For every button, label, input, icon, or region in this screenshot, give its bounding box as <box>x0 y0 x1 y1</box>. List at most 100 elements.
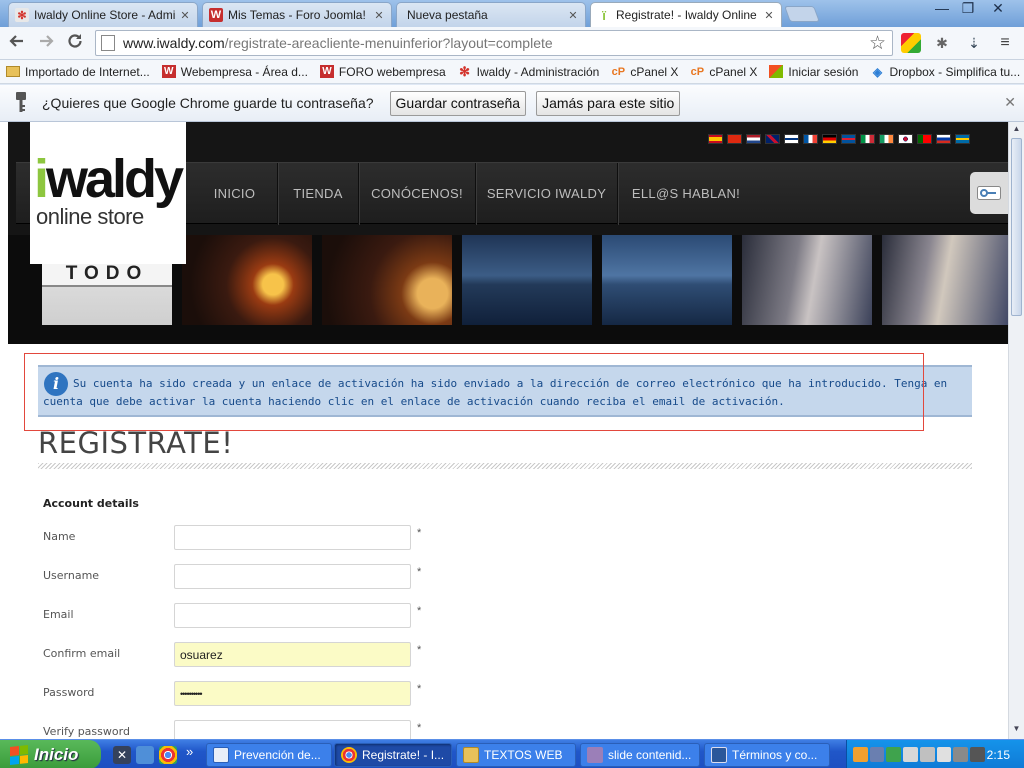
tray-app-icon[interactable] <box>969 747 985 762</box>
flag-it-icon[interactable] <box>860 134 875 144</box>
flag-se-icon[interactable] <box>955 134 970 144</box>
bookmark-item[interactable]: Iniciar sesión <box>769 65 858 79</box>
tray-app-icon[interactable] <box>936 747 952 762</box>
new-tab-button[interactable] <box>784 6 820 22</box>
start-button[interactable]: Inicio <box>0 740 101 768</box>
page-scrollbar[interactable]: ▲ ▼ <box>1008 122 1024 739</box>
key-icon <box>977 186 1001 200</box>
flag-is-icon[interactable] <box>841 134 856 144</box>
menu-icon[interactable]: ≡ <box>995 33 1015 53</box>
reload-button[interactable] <box>64 32 86 54</box>
quicklaunch-app-icon[interactable]: ✕ <box>113 746 131 764</box>
logo-wordmark: iwaldy <box>34 149 184 209</box>
name-field[interactable] <box>174 525 411 550</box>
close-icon[interactable]: ✕ <box>763 9 775 22</box>
slide-image-beach[interactable] <box>462 235 592 325</box>
bookmark-item[interactable]: W Webempresa - Área d... <box>161 65 308 79</box>
browser-tab-iwaldy-admin[interactable]: ✻ Iwaldy Online Store - Admini ✕ <box>8 2 198 27</box>
address-bar[interactable]: www.iwaldy.com/registrate-areacliente-me… <box>95 30 893 56</box>
password-field[interactable] <box>174 681 411 706</box>
tray-security-icon[interactable] <box>886 747 902 762</box>
email-field[interactable] <box>174 603 411 628</box>
browser-tab-nueva-pestana[interactable]: Nueva pestaña ✕ <box>396 2 586 27</box>
scroll-down-arrow[interactable]: ▼ <box>1011 724 1022 737</box>
taskbar-button[interactable]: Registrate! - I... <box>334 743 452 767</box>
close-icon[interactable]: ✕ <box>567 9 579 22</box>
flag-es-icon[interactable] <box>708 134 723 144</box>
browser-tab-registrate[interactable]: ï Registrate! - Iwaldy Online S ✕ <box>590 2 782 27</box>
bookmark-item[interactable]: cP cPanel X <box>690 65 758 79</box>
window-close-button[interactable]: ✕ <box>984 0 1012 18</box>
browser-tab-foro-joomla[interactable]: W Mis Temas - Foro Joomla! - S ✕ <box>202 2 392 27</box>
quicklaunch-explorer-icon[interactable] <box>136 746 154 764</box>
flag-cn-icon[interactable] <box>727 134 742 144</box>
slide-image-beach[interactable] <box>602 235 732 325</box>
tray-app-icon[interactable] <box>919 747 935 762</box>
infobar-close-icon[interactable]: ✕ <box>1004 94 1016 111</box>
nav-tienda[interactable]: TIENDA <box>278 163 359 225</box>
flag-de-icon[interactable] <box>822 134 837 144</box>
forward-button[interactable] <box>35 32 57 54</box>
bookmark-label: Importado de Internet... <box>25 64 150 79</box>
tray-app-icon[interactable] <box>903 747 918 762</box>
nav-ellas-hablan[interactable]: ELL@S HABLAN! <box>618 163 754 225</box>
url-path: /registrate-areacliente-menuinferior?lay… <box>224 35 553 51</box>
close-icon[interactable]: ✕ <box>373 9 385 22</box>
taskbar-clock[interactable]: 2:15 <box>987 748 1010 762</box>
bookmark-label: cPanel X <box>630 64 679 79</box>
bookmark-item[interactable]: ✻ Iwaldy - Administración <box>458 64 599 79</box>
tray-volume-icon[interactable] <box>953 747 968 762</box>
flag-kr-icon[interactable] <box>898 134 913 144</box>
tray-network-icon[interactable] <box>869 747 885 762</box>
browser-tab-strip: ✻ Iwaldy Online Store - Admini ✕ W Mis T… <box>0 0 1024 27</box>
flag-fi-icon[interactable] <box>784 134 799 144</box>
confirm-email-field[interactable] <box>174 642 411 667</box>
bookmark-item[interactable]: ◈ Dropbox - Simplifica tu... <box>870 65 1020 79</box>
login-panel-toggle[interactable] <box>970 172 1008 214</box>
scroll-thumb[interactable] <box>1011 138 1022 316</box>
bookmark-label: FORO webempresa <box>338 64 446 79</box>
nav-servicio-iwaldy[interactable]: SERVICIO IWALDY <box>476 163 618 225</box>
slide-image-model[interactable] <box>742 235 872 325</box>
title-divider <box>38 463 972 469</box>
maximize-button[interactable]: ❐ <box>954 0 982 18</box>
back-button[interactable] <box>6 32 28 54</box>
flag-pt-icon[interactable] <box>917 134 932 144</box>
logo-subtitle: online store <box>36 204 144 229</box>
bookmark-item[interactable]: W FORO webempresa <box>319 64 446 79</box>
bookmark-item[interactable]: Importado de Internet... <box>6 65 150 79</box>
dropbox-icon: ◈ <box>872 64 883 79</box>
close-icon[interactable]: ✕ <box>179 9 191 22</box>
tab-title: Mis Temas - Foro Joomla! - S <box>228 8 369 22</box>
flag-ie-icon[interactable] <box>879 134 894 144</box>
flag-ru-icon[interactable] <box>936 134 951 144</box>
site-logo[interactable]: iwaldy online store <box>30 122 186 264</box>
flag-fr-icon[interactable] <box>803 134 818 144</box>
taskbar-button[interactable]: Prevención de... <box>206 743 332 767</box>
bookmark-star-icon[interactable]: ☆ <box>869 32 886 55</box>
minimize-button[interactable]: — <box>928 0 956 18</box>
taskbar-button[interactable]: Términos y co... <box>704 743 830 767</box>
nav-inicio[interactable]: INICIO <box>192 163 278 225</box>
scroll-up-arrow[interactable]: ▲ <box>1011 124 1022 137</box>
tray-app-icon[interactable] <box>853 747 868 762</box>
flag-gb-icon[interactable] <box>765 134 780 144</box>
bug-icon[interactable]: ✱ <box>932 33 952 53</box>
never-for-site-button[interactable]: Jamás para este sitio <box>536 90 681 116</box>
quicklaunch-chrome-icon[interactable] <box>159 746 177 764</box>
bookmark-item[interactable]: cP cPanel X <box>611 64 679 79</box>
username-field[interactable] <box>174 564 411 589</box>
download-icon[interactable]: ⇣ <box>964 33 984 53</box>
flag-nl-icon[interactable] <box>746 134 761 144</box>
name-label: Name <box>43 530 76 543</box>
slide-image-candles[interactable] <box>322 235 452 325</box>
verify-password-field[interactable] <box>174 720 411 739</box>
extension-icon[interactable] <box>901 33 921 53</box>
slide-image-model[interactable] <box>882 235 1008 325</box>
nav-conocenos[interactable]: CONÓCENOS! <box>359 163 476 225</box>
taskbar-button[interactable]: TEXTOS WEB <box>456 743 576 767</box>
taskbar-button[interactable]: slide contenid... <box>580 743 700 767</box>
quicklaunch-more-icon[interactable]: » <box>186 744 193 759</box>
save-password-button[interactable]: Guardar contraseña <box>389 90 527 116</box>
slide-image-candles[interactable] <box>182 235 312 325</box>
